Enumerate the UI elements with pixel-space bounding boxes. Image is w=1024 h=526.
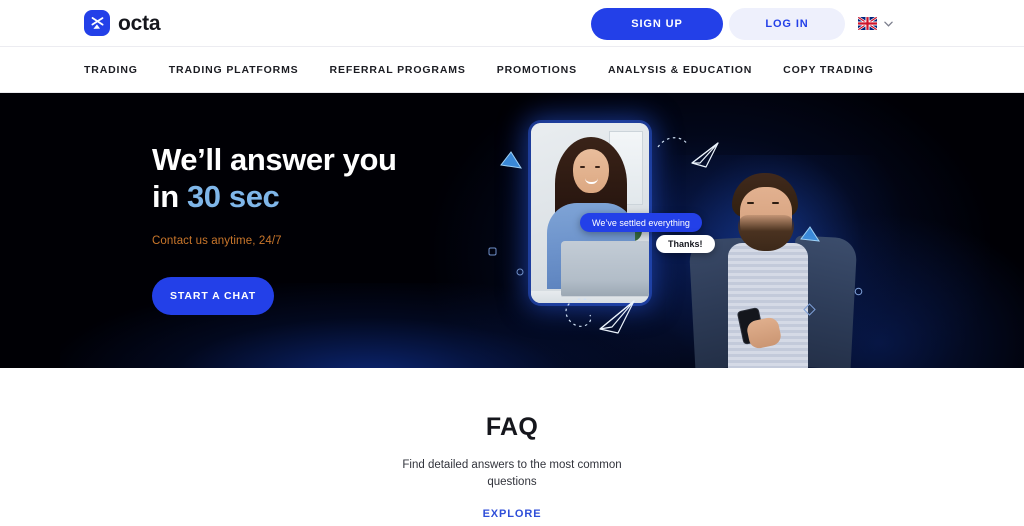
man-eye-left bbox=[747, 202, 754, 204]
circle-outline-icon bbox=[516, 263, 524, 281]
nav-item-analysis-education[interactable]: ANALYSIS & EDUCATION bbox=[608, 64, 752, 76]
brand-wordmark: octa bbox=[118, 11, 161, 35]
man-eye-right bbox=[772, 202, 779, 204]
nav-item-trading-platforms[interactable]: TRADING PLATFORMS bbox=[169, 64, 299, 76]
chat-bubble-agent: We’ve settled everything bbox=[580, 213, 702, 232]
faq-title: FAQ bbox=[485, 413, 539, 441]
chevron-down-icon bbox=[884, 14, 893, 32]
triangle-icon bbox=[500, 151, 522, 175]
faq-description: Find detailed answers to the most common… bbox=[402, 459, 622, 488]
hero-illustration: We’ve settled everything Thanks! bbox=[470, 93, 1024, 368]
hero-heading-accent: 30 sec bbox=[186, 179, 280, 215]
brand-logo[interactable]: octa bbox=[84, 10, 161, 36]
hero-heading-line-1: We’ll answer you bbox=[152, 142, 397, 177]
woman-smile bbox=[585, 178, 598, 184]
main-navigation: TRADING TRADING PLATFORMS REFERRAL PROGR… bbox=[0, 47, 1024, 93]
start-a-chat-button[interactable]: START A CHAT bbox=[152, 277, 274, 316]
nav-item-promotions[interactable]: PROMOTIONS bbox=[497, 64, 577, 76]
man-with-phone bbox=[666, 155, 900, 368]
nav-item-trading[interactable]: TRADING bbox=[84, 64, 138, 76]
woman-eye-right bbox=[595, 166, 600, 168]
hero-section: We’ll answer you in 30 sec Contact us an… bbox=[0, 93, 1024, 368]
page-root: octa SIGN UP LOG IN TRADING TRADING PLAT… bbox=[0, 0, 1024, 526]
faq-section: FAQ Find detailed answers to the most co… bbox=[0, 368, 1024, 526]
woman-eye-left bbox=[580, 166, 585, 168]
faq-explore-link[interactable]: EXPLORE bbox=[483, 508, 542, 520]
man-shirt bbox=[728, 243, 808, 368]
uk-flag-icon bbox=[858, 16, 877, 30]
laptop bbox=[561, 241, 649, 297]
chat-bubble-user: Thanks! bbox=[656, 235, 715, 253]
square-outline-icon bbox=[488, 243, 497, 261]
hero-subtitle: Contact us anytime, 24/7 bbox=[152, 235, 282, 248]
nav-items: TRADING TRADING PLATFORMS REFERRAL PROGR… bbox=[84, 47, 874, 93]
octa-x-logo-icon bbox=[84, 10, 110, 36]
hero-heading-line-2: in 30 sec bbox=[152, 178, 397, 215]
nav-item-referral-programs[interactable]: REFERRAL PROGRAMS bbox=[330, 64, 466, 76]
top-bar: octa SIGN UP LOG IN bbox=[0, 0, 1024, 47]
sign-up-button[interactable]: SIGN UP bbox=[591, 8, 723, 40]
hero-heading-prefix: in bbox=[152, 179, 187, 215]
hero-copy: We’ll answer you in 30 sec Contact us an… bbox=[152, 141, 397, 316]
nav-item-copy-trading[interactable]: COPY TRADING bbox=[783, 64, 874, 76]
woman-face bbox=[573, 149, 609, 193]
language-selector[interactable] bbox=[858, 14, 893, 32]
log-in-button[interactable]: LOG IN bbox=[729, 8, 845, 40]
hero-heading: We’ll answer you in 30 sec bbox=[152, 141, 397, 215]
